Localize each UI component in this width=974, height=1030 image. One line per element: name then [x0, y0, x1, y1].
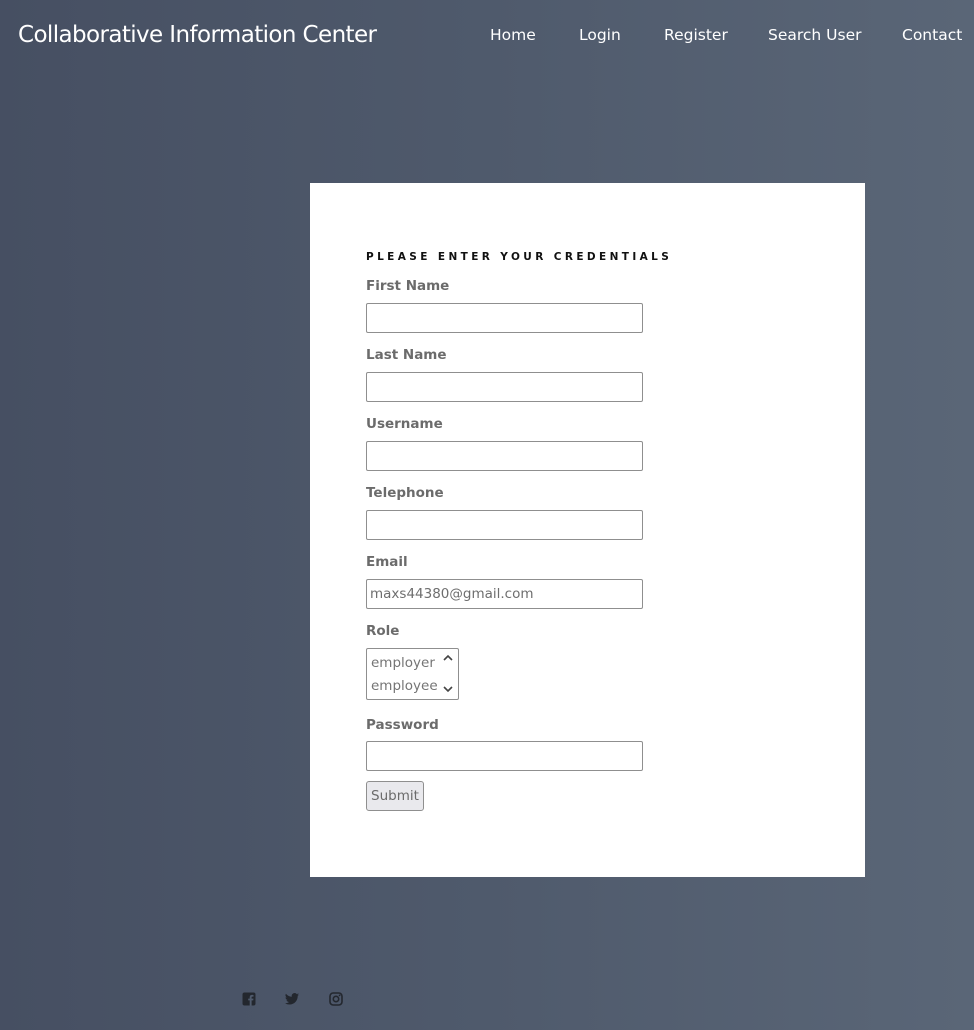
email-label: Email [366, 554, 408, 570]
nav-home[interactable]: Home [490, 25, 536, 45]
submit-button[interactable]: Submit [366, 781, 424, 811]
password-label: Password [366, 717, 439, 733]
facebook-icon[interactable] [241, 991, 257, 1007]
telephone-label: Telephone [366, 485, 444, 501]
registration-card: PLEASE ENTER YOUR CREDENTIALS First Name… [310, 183, 865, 877]
role-option-employee[interactable]: employee [371, 677, 438, 695]
twitter-icon[interactable] [284, 991, 300, 1007]
last-name-label: Last Name [366, 347, 447, 363]
scroll-down-icon[interactable] [441, 682, 455, 696]
site-title[interactable]: Collaborative Information Center [18, 19, 377, 51]
username-input[interactable] [366, 441, 643, 471]
nav-login[interactable]: Login [579, 25, 621, 45]
last-name-input[interactable] [366, 372, 643, 402]
instagram-icon[interactable] [328, 991, 344, 1007]
first-name-label: First Name [366, 278, 450, 294]
nav-search-user[interactable]: Search User [768, 25, 862, 45]
telephone-input[interactable] [366, 510, 643, 540]
email-input[interactable] [366, 579, 643, 609]
password-input[interactable] [366, 741, 643, 771]
role-label: Role [366, 623, 400, 639]
first-name-input[interactable] [366, 303, 643, 333]
form-heading: PLEASE ENTER YOUR CREDENTIALS [366, 251, 673, 263]
role-option-employer[interactable]: employer [371, 654, 435, 672]
username-label: Username [366, 416, 443, 432]
nav-contact[interactable]: Contact [902, 25, 962, 45]
nav-register[interactable]: Register [664, 25, 728, 45]
role-select[interactable]: employer employee [366, 648, 459, 700]
scroll-up-icon[interactable] [441, 651, 455, 665]
